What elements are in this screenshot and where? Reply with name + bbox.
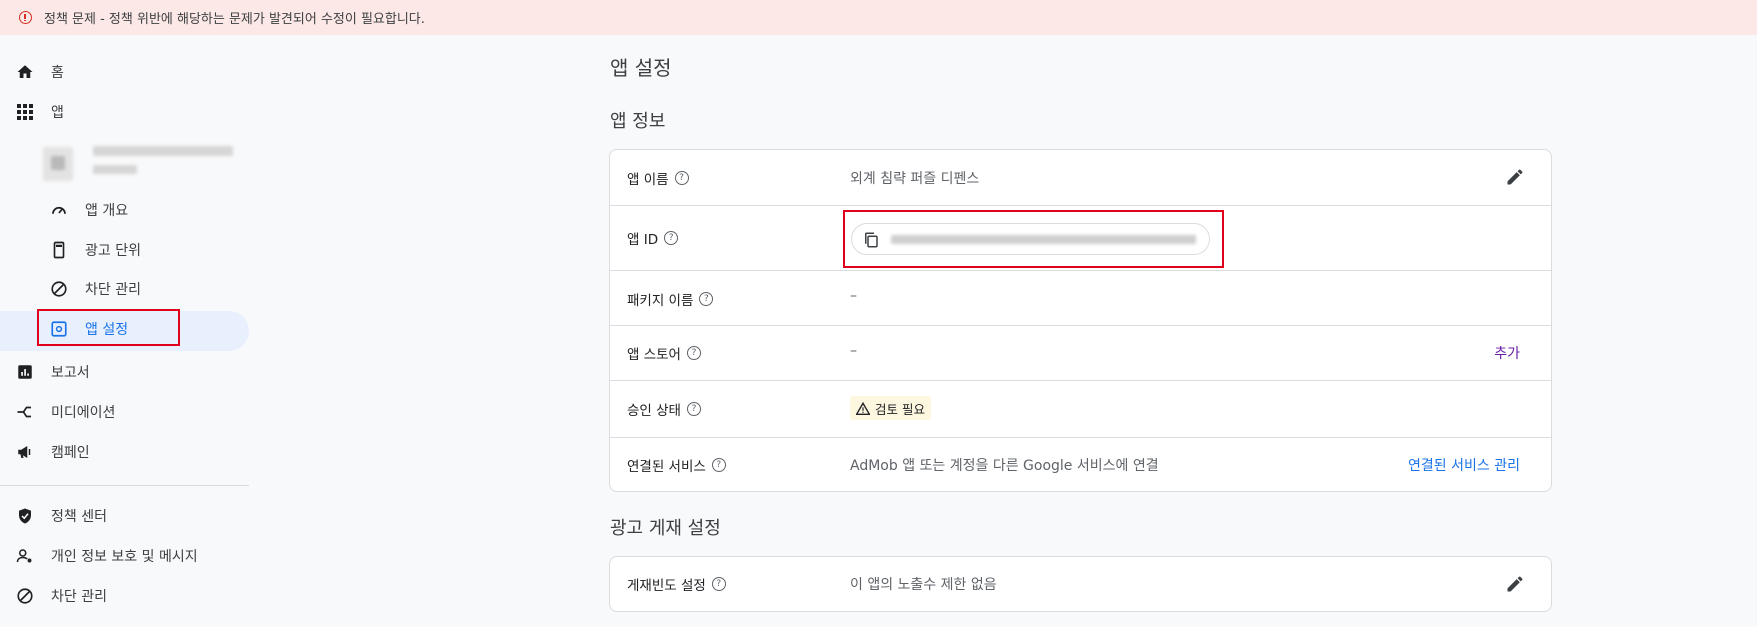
page-title: 앱 설정	[610, 56, 672, 80]
frequency-value: 이 앱의 노출수 제한 없음	[850, 577, 997, 593]
badge-text: 검토 필요	[875, 401, 925, 417]
section-title-ad-serving: 광고 게재 설정	[610, 518, 721, 539]
app-name-value: 외계 침략 퍼즐 디펜스	[850, 171, 980, 187]
store-value: –	[850, 343, 857, 359]
sidebar-item-label: 미디에이션	[51, 405, 116, 421]
help-icon[interactable]: ?	[674, 171, 689, 185]
home-icon	[16, 63, 34, 81]
app-icon-inner	[51, 156, 65, 170]
ad-unit-icon	[50, 241, 68, 259]
row-label: 앱 이름	[627, 172, 669, 188]
row-linked-services: 연결된 서비스? AdMob 앱 또는 계정을 다른 Google 서비스에 연…	[610, 437, 1551, 492]
highlight-box-app-settings	[37, 309, 180, 346]
apps-grid-icon	[16, 103, 34, 121]
edit-pencil-icon[interactable]	[1505, 167, 1525, 187]
banner-text: 정책 문제 - 정책 위반에 해당하는 문제가 발견되어 수정이 필요합니다.	[44, 12, 425, 27]
megaphone-icon	[16, 443, 34, 461]
help-icon[interactable]: ?	[686, 346, 701, 360]
help-icon[interactable]: ?	[711, 458, 726, 472]
help-icon[interactable]: ?	[699, 292, 714, 306]
mediation-icon	[16, 403, 34, 421]
highlight-box-app-id	[843, 210, 1224, 268]
row-label: 승인 상태	[627, 403, 681, 419]
row-frequency-capping: 게재빈도 설정? 이 앱의 노출수 제한 없음	[610, 557, 1551, 612]
app-name-redacted	[93, 146, 233, 156]
app-name-redacted-2	[93, 165, 137, 174]
row-app-store: 앱 스토어? – 추가	[610, 325, 1551, 380]
app-info-card: 앱 이름? 외계 침략 퍼즐 디펜스 앱 ID? 패키지 이름? – 앱 스토어…	[609, 149, 1552, 492]
warning-icon	[856, 401, 870, 415]
speedometer-icon	[50, 201, 68, 219]
error-icon	[19, 11, 32, 24]
add-store-link[interactable]: 추가	[1494, 343, 1520, 363]
edit-pencil-icon[interactable]	[1505, 574, 1525, 594]
sidebar-item-label: 광고 단위	[85, 243, 141, 259]
row-package-name: 패키지 이름? –	[610, 270, 1551, 325]
sidebar-item-label: 홈	[51, 65, 64, 81]
manage-linked-services-link[interactable]: 연결된 서비스 관리	[1408, 455, 1520, 475]
row-label: 앱 스토어	[627, 347, 681, 363]
linked-services-value: AdMob 앱 또는 계정을 다른 Google 서비스에 연결	[850, 458, 1159, 474]
status-badge: 검토 필요	[850, 396, 931, 420]
help-icon[interactable]: ?	[711, 577, 726, 591]
person-settings-icon	[16, 547, 34, 565]
block-icon	[50, 280, 68, 298]
row-label: 연결된 서비스	[627, 459, 706, 475]
sidebar-item-label: 캠페인	[51, 445, 90, 461]
block-icon	[16, 587, 34, 605]
section-title-app-info: 앱 정보	[610, 111, 666, 132]
row-approval-status: 승인 상태? 검토 필요	[610, 380, 1551, 437]
sidebar-item-label: 보고서	[51, 365, 90, 381]
sidebar-item-label: 차단 관리	[85, 282, 141, 298]
reports-icon	[16, 363, 34, 381]
sidebar-divider	[0, 485, 249, 486]
row-app-name: 앱 이름? 외계 침략 퍼즐 디펜스	[610, 150, 1551, 205]
sidebar-item-label: 차단 관리	[51, 589, 107, 605]
policy-banner[interactable]: 정책 문제 - 정책 위반에 해당하는 문제가 발견되어 수정이 필요합니다.	[0, 0, 1757, 35]
sidebar-item-label: 정책 센터	[51, 509, 107, 525]
ad-serving-card: 게재빈도 설정? 이 앱의 노출수 제한 없음	[609, 556, 1552, 612]
help-icon[interactable]: ?	[686, 402, 701, 416]
package-value: –	[850, 288, 857, 304]
sidebar-item-label: 개인 정보 보호 및 메시지	[51, 549, 198, 565]
row-label: 패키지 이름	[627, 293, 694, 309]
sidebar-item-label: 앱 개요	[85, 203, 129, 219]
sidebar-item-label: 앱	[51, 105, 64, 121]
help-icon[interactable]: ?	[664, 231, 679, 245]
row-label: 게재빈도 설정	[627, 578, 706, 594]
shield-icon	[16, 507, 34, 525]
row-label: 앱 ID	[627, 232, 659, 248]
